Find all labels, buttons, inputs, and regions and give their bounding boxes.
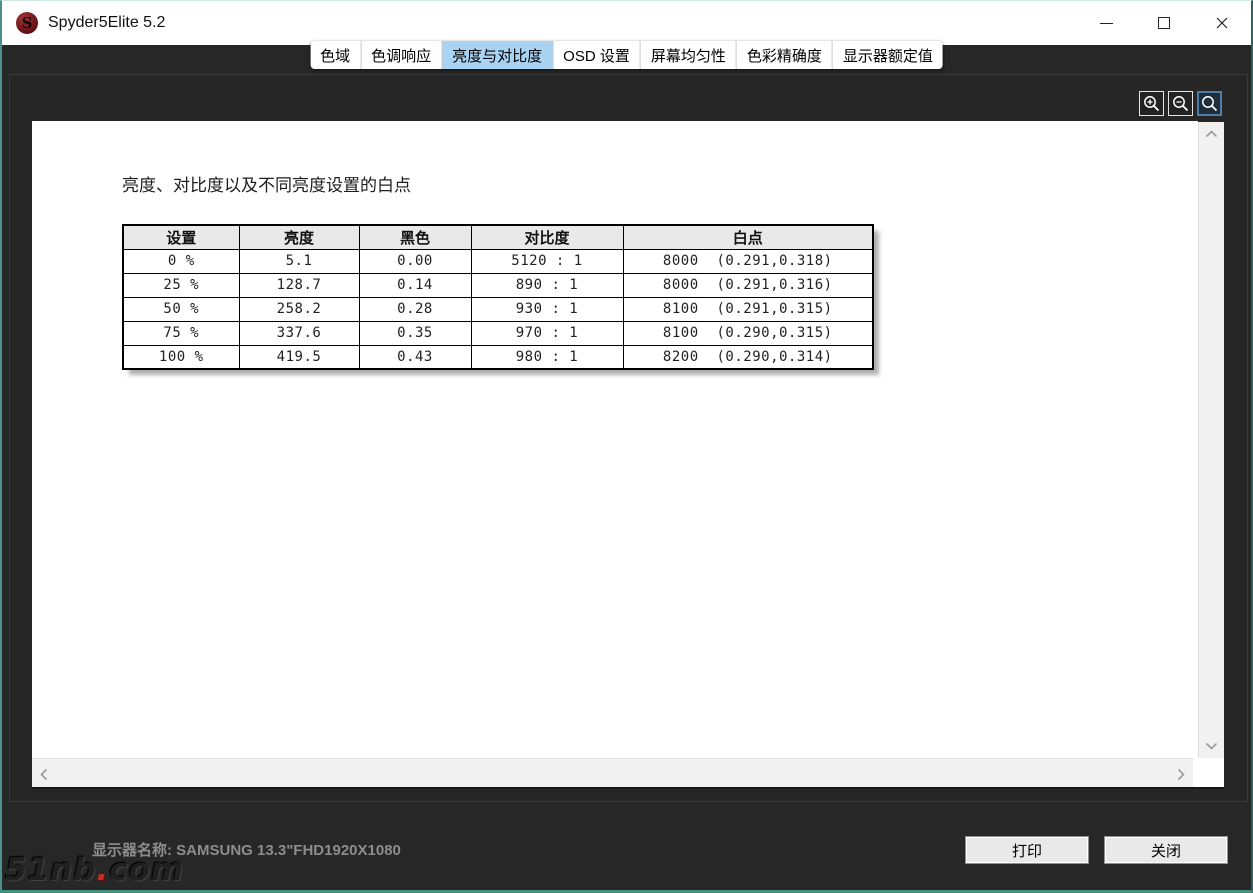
tab-tone-response[interactable]: 色调响应	[360, 41, 441, 69]
table-row: 50 % 258.2 0.28 930 : 1 8100 (0.291,0.31…	[123, 297, 873, 321]
zoom-reset-button[interactable]	[1197, 91, 1222, 116]
maximize-button[interactable]	[1135, 1, 1193, 45]
scroll-down-icon[interactable]	[1205, 742, 1218, 750]
header-brightness: 亮度	[239, 225, 359, 249]
header-whitepoint: 白点	[623, 225, 873, 249]
zoom-in-magnifier-icon	[1142, 94, 1161, 113]
tab-bar: 色域 色调响应 亮度与对比度 OSD 设置 屏幕均匀性 色彩精确度 显示器额定值	[310, 41, 943, 69]
vertical-scrollbar[interactable]	[1198, 122, 1224, 758]
cell-black: 0.00	[359, 249, 471, 273]
cell-whitepoint: 8100 (0.290,0.315)	[623, 321, 873, 345]
cell-black: 0.43	[359, 345, 471, 369]
cell-black: 0.14	[359, 273, 471, 297]
zoom-in-button[interactable]	[1139, 91, 1164, 116]
cell-black: 0.35	[359, 321, 471, 345]
table-row: 100 % 419.5 0.43 980 : 1 8200 (0.290,0.3…	[123, 345, 873, 369]
cell-setting: 50 %	[123, 297, 239, 321]
print-button[interactable]: 打印	[965, 836, 1089, 864]
title-bar: S Spyder5Elite 5.2	[2, 1, 1251, 45]
tab-osd-settings[interactable]: OSD 设置	[552, 41, 640, 69]
spyder-logo-icon: S	[16, 12, 38, 34]
zoom-toolbar	[1139, 91, 1222, 116]
cell-contrast: 970 : 1	[471, 321, 623, 345]
zoom-out-magnifier-icon	[1171, 94, 1190, 113]
cell-whitepoint: 8100 (0.291,0.315)	[623, 297, 873, 321]
watermark-text-1: 51nb	[5, 852, 96, 888]
zoom-reset-magnifier-icon	[1200, 94, 1219, 113]
cell-black: 0.28	[359, 297, 471, 321]
tab-screen-uniformity[interactable]: 屏幕均匀性	[640, 41, 736, 69]
table-row: 0 % 5.1 0.00 5120 : 1 8000 (0.291,0.318)	[123, 249, 873, 273]
cell-setting: 100 %	[123, 345, 239, 369]
cell-brightness: 337.6	[239, 321, 359, 345]
report-page: 亮度、对比度以及不同亮度设置的白点 设置 亮度 黑色 对比度 白点 0 % 5.…	[32, 121, 1198, 758]
close-button[interactable]	[1193, 1, 1251, 45]
tab-gamut[interactable]: 色域	[310, 41, 360, 69]
watermark-text-2: com	[109, 852, 184, 888]
close-report-button[interactable]: 关闭	[1104, 836, 1228, 864]
window-controls	[1077, 1, 1251, 45]
cell-setting: 25 %	[123, 273, 239, 297]
cell-whitepoint: 8000 (0.291,0.318)	[623, 249, 873, 273]
tab-color-accuracy[interactable]: 色彩精确度	[736, 41, 832, 69]
close-icon	[1215, 16, 1229, 30]
cell-setting: 75 %	[123, 321, 239, 345]
cell-whitepoint: 8200 (0.290,0.314)	[623, 345, 873, 369]
scroll-left-icon[interactable]	[40, 768, 48, 781]
table-row: 75 % 337.6 0.35 970 : 1 8100 (0.290,0.31…	[123, 321, 873, 345]
measurement-table: 设置 亮度 黑色 对比度 白点 0 % 5.1 0.00 5120 : 1 80…	[122, 224, 874, 370]
maximize-icon	[1158, 17, 1170, 29]
report-title: 亮度、对比度以及不同亮度设置的白点	[122, 171, 411, 196]
table-header-row: 设置 亮度 黑色 对比度 白点	[123, 225, 873, 249]
cell-contrast: 930 : 1	[471, 297, 623, 321]
scroll-up-icon[interactable]	[1205, 130, 1218, 138]
cell-whitepoint: 8000 (0.291,0.316)	[623, 273, 873, 297]
cell-brightness: 258.2	[239, 297, 359, 321]
minimize-icon	[1100, 23, 1113, 24]
scroll-right-icon[interactable]	[1177, 768, 1185, 781]
window-title: Spyder5Elite 5.2	[48, 14, 165, 32]
header-setting: 设置	[123, 225, 239, 249]
horizontal-scrollbar[interactable]	[32, 758, 1193, 789]
scrollbar-corner	[1193, 758, 1224, 789]
minimize-button[interactable]	[1077, 1, 1135, 45]
tab-brightness-contrast[interactable]: 亮度与对比度	[441, 41, 552, 69]
cell-setting: 0 %	[123, 249, 239, 273]
table-row: 25 % 128.7 0.14 890 : 1 8000 (0.291,0.31…	[123, 273, 873, 297]
cell-contrast: 5120 : 1	[471, 249, 623, 273]
header-black: 黑色	[359, 225, 471, 249]
cell-contrast: 890 : 1	[471, 273, 623, 297]
cell-contrast: 980 : 1	[471, 345, 623, 369]
header-contrast: 对比度	[471, 225, 623, 249]
tab-display-rating[interactable]: 显示器额定值	[832, 41, 943, 69]
app-window: S Spyder5Elite 5.2 色域 色调响应 亮度与对比度 OSD 设置…	[0, 0, 1253, 893]
zoom-out-button[interactable]	[1168, 91, 1193, 116]
watermark-51nb: 51nb.com	[5, 852, 184, 888]
cell-brightness: 419.5	[239, 345, 359, 369]
cell-brightness: 5.1	[239, 249, 359, 273]
cell-brightness: 128.7	[239, 273, 359, 297]
watermark-dot: .	[96, 852, 109, 888]
